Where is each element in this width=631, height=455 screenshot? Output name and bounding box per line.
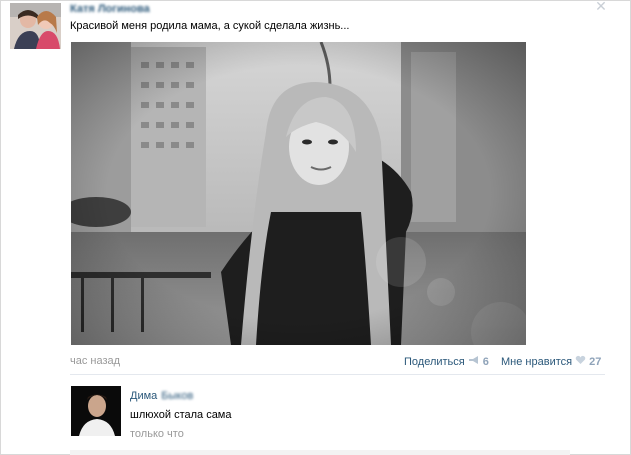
like-count: 27 bbox=[589, 355, 602, 368]
author-avatar[interactable] bbox=[10, 3, 61, 49]
next-comment-edge bbox=[70, 450, 570, 455]
close-icon[interactable]: ✕ bbox=[594, 0, 608, 14]
comment-author-last: Быков bbox=[161, 390, 194, 402]
like-label: Мне нравится bbox=[501, 355, 573, 368]
post-time[interactable]: час назад bbox=[70, 355, 120, 367]
divider bbox=[70, 374, 605, 375]
share-button[interactable]: Поделиться 6 bbox=[404, 355, 489, 368]
comment-author-first: Дима bbox=[130, 390, 158, 402]
share-label: Поделиться bbox=[404, 355, 465, 368]
post-photo[interactable] bbox=[71, 42, 526, 345]
post-text: Красивой меня родила мама, а сукой сдела… bbox=[70, 20, 350, 32]
comment-time[interactable]: только что bbox=[130, 428, 184, 440]
share-count: 6 bbox=[482, 355, 489, 368]
megaphone-icon bbox=[468, 355, 480, 368]
post-author-name[interactable]: Катя Логинова bbox=[70, 3, 150, 15]
heart-icon bbox=[575, 355, 586, 368]
comment-text: шлюхой стала сама bbox=[130, 409, 232, 421]
comment-author-avatar[interactable] bbox=[71, 386, 121, 436]
like-button[interactable]: Мне нравится 27 bbox=[501, 355, 601, 368]
comment-author-name[interactable]: Дима Быков bbox=[130, 390, 193, 402]
